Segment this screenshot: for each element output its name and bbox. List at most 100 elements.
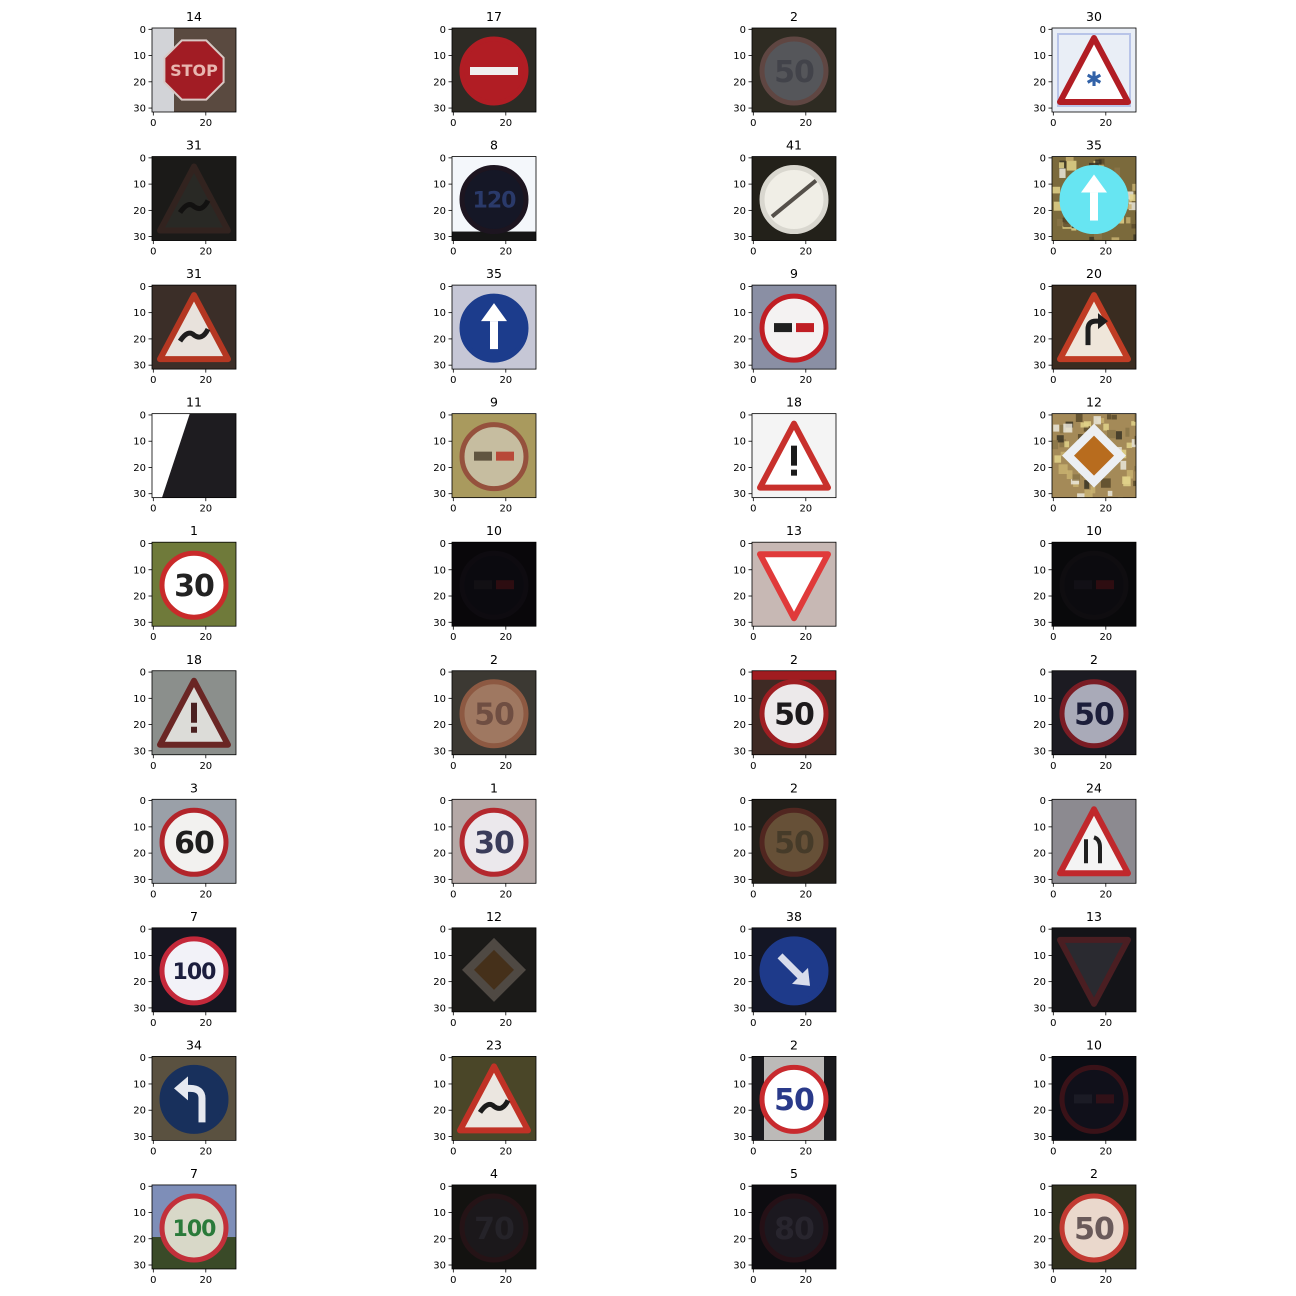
y-tick-label: 20 (1033, 206, 1046, 217)
traffic-sign-image (452, 927, 536, 1012)
y-tick-label: 30 (433, 232, 446, 243)
y-tick-label: 10 (433, 437, 446, 448)
x-tick-label: 20 (499, 247, 512, 258)
y-tick-label: 30 (733, 746, 746, 757)
y-tick-label: 0 (440, 1053, 446, 1064)
y-tick-label: 30 (733, 875, 746, 886)
x-tick-label: 20 (199, 247, 212, 258)
panel-title: 3 (190, 780, 198, 795)
y-tick-label: 30 (433, 1003, 446, 1014)
traffic-sign-image: ✱ (1052, 28, 1136, 112)
x-tick-label: 0 (750, 889, 756, 900)
y-tick-label: 10 (133, 1079, 146, 1090)
y-tick-label: 0 (1040, 282, 1046, 293)
y-tick-label: 20 (133, 977, 146, 988)
y-tick-label: 10 (433, 822, 446, 833)
panel-title: 10 (1086, 523, 1102, 538)
panel-title: 35 (1086, 138, 1102, 153)
panel-title: 13 (1086, 909, 1102, 924)
y-tick-label: 20 (433, 77, 446, 88)
x-tick-label: 0 (750, 1146, 756, 1157)
x-tick-label: 0 (450, 1146, 456, 1157)
traffic-sign-image: 100 (152, 927, 236, 1012)
x-tick-label: 0 (150, 761, 156, 772)
y-tick-label: 30 (433, 618, 446, 629)
y-tick-label: 10 (733, 180, 746, 191)
x-tick-label: 0 (150, 375, 156, 386)
panel-title: 2 (790, 652, 798, 667)
x-tick-label: 0 (1050, 118, 1056, 129)
y-tick-label: 0 (440, 153, 446, 164)
panel: 1 30 0 10 20 30 0 20 (133, 523, 237, 643)
panel-title: 30 (1086, 9, 1102, 24)
y-tick-label: 10 (1033, 565, 1046, 576)
y-tick-label: 20 (733, 334, 746, 345)
y-tick-label: 10 (1033, 1079, 1046, 1090)
y-tick-label: 20 (133, 592, 146, 603)
y-tick-label: 0 (1040, 1182, 1046, 1193)
panel-title: 9 (490, 395, 498, 410)
y-tick-label: 30 (733, 232, 746, 243)
y-tick-label: 10 (1033, 180, 1046, 191)
y-tick-label: 10 (1033, 308, 1046, 319)
y-tick-label: 0 (740, 153, 746, 164)
y-tick-label: 30 (733, 104, 746, 115)
y-tick-label: 20 (133, 206, 146, 217)
x-tick-label: 0 (750, 375, 756, 386)
y-tick-label: 20 (733, 720, 746, 731)
traffic-sign-image: 50 (752, 799, 836, 884)
y-tick-label: 30 (433, 875, 446, 886)
x-tick-label: 0 (150, 889, 156, 900)
y-tick-label: 30 (133, 746, 146, 757)
y-tick-label: 10 (733, 1079, 746, 1090)
y-tick-label: 20 (433, 977, 446, 988)
x-tick-label: 20 (799, 1146, 812, 1157)
traffic-sign-image (1052, 799, 1136, 884)
traffic-sign-image: 50 (752, 28, 836, 112)
x-tick-label: 20 (1099, 632, 1112, 643)
y-tick-label: 20 (733, 77, 746, 88)
x-tick-label: 20 (199, 504, 212, 515)
y-tick-label: 20 (433, 849, 446, 860)
panel-title: 31 (186, 266, 202, 281)
x-tick-label: 0 (450, 761, 456, 772)
traffic-sign-image: 120 (452, 156, 536, 241)
y-tick-label: 30 (1033, 1132, 1046, 1143)
svg-text:50: 50 (774, 698, 814, 733)
panel-title: 2 (490, 652, 498, 667)
y-tick-label: 20 (433, 334, 446, 345)
panel: 1 30 0 10 20 30 0 20 (433, 780, 537, 900)
traffic-sign-image (752, 413, 836, 498)
y-tick-label: 0 (740, 282, 746, 293)
y-tick-label: 30 (133, 361, 146, 372)
y-tick-label: 10 (1033, 1208, 1046, 1219)
panel-title: 12 (486, 909, 502, 924)
traffic-sign-image: 100 (152, 1184, 236, 1269)
panel: 7 100 0 10 20 30 0 20 (133, 1166, 237, 1286)
traffic-sign-image (452, 1056, 536, 1141)
y-tick-label: 10 (133, 694, 146, 705)
y-tick-label: 20 (1033, 1234, 1046, 1245)
traffic-sign-image (152, 413, 236, 498)
y-tick-label: 30 (433, 1132, 446, 1143)
x-tick-label: 20 (799, 1275, 812, 1286)
y-tick-label: 0 (140, 1182, 146, 1193)
svg-text:STOP: STOP (170, 61, 218, 80)
y-tick-label: 10 (733, 951, 746, 962)
y-tick-label: 0 (140, 796, 146, 807)
traffic-sign-image (152, 156, 236, 241)
y-tick-label: 10 (1033, 822, 1046, 833)
x-tick-label: 0 (1050, 889, 1056, 900)
y-tick-label: 20 (133, 1106, 146, 1117)
y-tick-label: 10 (433, 51, 446, 62)
y-tick-label: 20 (733, 463, 746, 474)
svg-text:50: 50 (774, 1083, 814, 1118)
traffic-sign-image (752, 927, 836, 1012)
y-tick-label: 0 (440, 925, 446, 936)
panel: 23 0 10 20 30 0 20 (433, 1037, 537, 1157)
y-tick-label: 0 (140, 925, 146, 936)
x-tick-label: 0 (750, 1275, 756, 1286)
panel: 10 0 10 20 30 0 20 (1033, 523, 1137, 643)
traffic-sign-image (752, 156, 836, 241)
traffic-sign-image (1052, 542, 1136, 627)
